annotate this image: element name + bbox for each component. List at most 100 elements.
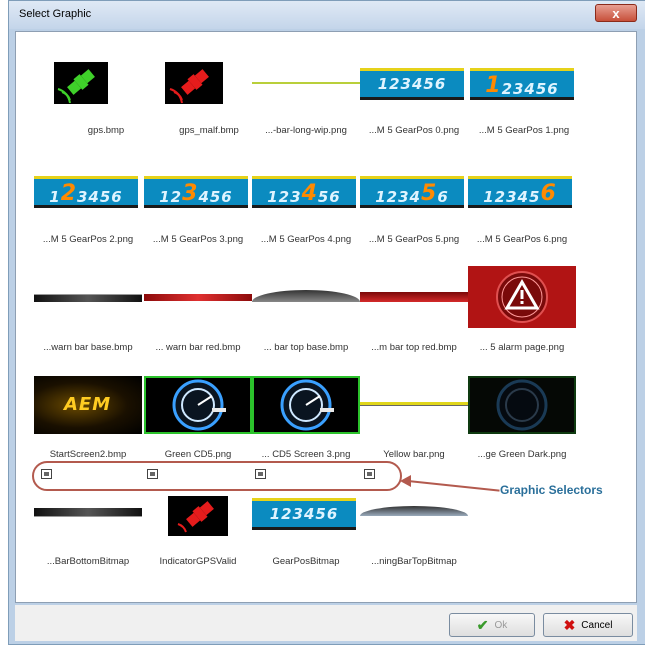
- bitmap-label: ...BarBottomBitmap: [46, 556, 130, 567]
- green-dark-thumbnail: [468, 376, 576, 434]
- graphic-label: ...M 5 GearPos 0.png: [368, 125, 460, 136]
- bitmap-label: ...ningBarTopBitmap: [371, 556, 457, 567]
- graphic-label: ...M 5 GearPos 2.png: [42, 234, 134, 245]
- graphic-item-gps-malf[interactable]: gps_malf.bmp: [155, 62, 263, 142]
- warn-bar-red-thumbnail: [144, 294, 252, 301]
- alarm-page-thumbnail: [468, 266, 576, 328]
- bitmap-label: IndicatorGPSValid: [159, 556, 237, 567]
- graphic-label: Green CD5.png: [164, 449, 232, 460]
- gear-highlight: 3: [182, 181, 199, 206]
- graphic-item-warn-bar-base[interactable]: ...warn bar base.bmp: [34, 266, 142, 356]
- graphic-item-bar-top-base[interactable]: ... bar top base.bmp: [252, 266, 360, 356]
- annotation-arrow: [407, 480, 500, 492]
- graphic-item-warn-bar-red[interactable]: ... warn bar red.bmp: [144, 266, 252, 356]
- graphic-label: Yellow bar.png: [383, 449, 445, 460]
- satellite-icon: [169, 69, 209, 104]
- gps-thumbnail: [54, 62, 108, 104]
- graphic-label: ...-bar-long-wip.png: [265, 125, 347, 136]
- graphic-label: ...m bar top red.bmp: [371, 342, 457, 353]
- warning-icon: [496, 271, 548, 323]
- gearpos-thumbnail: 123456: [468, 176, 572, 208]
- graphic-label: gps.bmp: [87, 125, 125, 136]
- graphic-item-bar-top-red[interactable]: ...m bar top red.bmp: [360, 266, 468, 356]
- gear-digits: 123456: [377, 75, 447, 93]
- graphic-item-gps[interactable]: gps.bmp: [52, 62, 160, 142]
- gearpos-thumbnail: 123456: [470, 68, 574, 100]
- gauge-icon: [496, 379, 548, 431]
- graphic-selectors-annotation: Graphic Selectors: [500, 483, 603, 497]
- graphic-item-gearpos-1[interactable]: 123456 ...M 5 GearPos 1.png: [470, 62, 578, 142]
- graphic-item-yellow-bar[interactable]: Yellow bar.png: [360, 376, 468, 466]
- graphic-item-bar-long[interactable]: ...-bar-long-wip.png: [252, 62, 360, 142]
- graphic-item-green-cd5[interactable]: Green CD5.png: [144, 376, 252, 466]
- gearpos-thumbnail: 123456: [34, 176, 138, 208]
- gearpos-thumbnail: 123456: [360, 176, 464, 208]
- satellite-icon: [177, 501, 214, 533]
- warn-bar-base-thumbnail: [34, 294, 142, 302]
- graphic-item-alarm-page[interactable]: ... 5 alarm page.png: [468, 266, 576, 356]
- graphic-item-gearpos-6[interactable]: 123456 ...M 5 GearPos 6.png: [468, 172, 576, 252]
- green-cd5-thumbnail: [144, 376, 252, 434]
- bar-long-thumbnail: [252, 82, 360, 84]
- ok-label: Ok: [494, 619, 508, 631]
- select-graphic-dialog: Select Graphic x gps.bmp gps_malf.bmp ..…: [8, 0, 645, 645]
- graphic-item-gearpos-5[interactable]: 123456 ...M 5 GearPos 5.png: [360, 172, 468, 252]
- title-bar: Select Graphic x: [9, 1, 645, 29]
- bar-bottom-thumbnail: [34, 508, 142, 517]
- bitmap-label: GearPosBitmap: [272, 556, 340, 567]
- graphic-item-cd5-screen-3[interactable]: ... CD5 Screen 3.png: [252, 376, 360, 466]
- bitmap-item-indicator-gps-valid[interactable]: IndicatorGPSValid: [144, 496, 252, 576]
- x-icon: ✖: [563, 616, 576, 633]
- gear-digits: 123456: [269, 505, 339, 523]
- gearpos-thumbnail: 123456: [252, 498, 356, 530]
- graphic-item-gearpos-2[interactable]: 123456 ...M 5 GearPos 2.png: [34, 172, 142, 252]
- graphic-label: ... warn bar red.bmp: [155, 342, 241, 353]
- gear-highlight: 6: [540, 181, 557, 206]
- gps-malf-thumbnail: [165, 62, 223, 104]
- graphic-label: ...M 5 GearPos 4.png: [260, 234, 352, 245]
- close-button[interactable]: x: [595, 4, 637, 22]
- gearpos-thumbnail: 123456: [144, 176, 248, 208]
- cancel-label: Cancel: [581, 619, 613, 631]
- gear-highlight: 4: [301, 181, 318, 206]
- gauge-icon: [280, 379, 334, 431]
- graphic-label: ...M 5 GearPos 5.png: [368, 234, 460, 245]
- bitmap-item-warning-bar-top[interactable]: ...ningBarTopBitmap: [360, 496, 468, 576]
- gauge-icon: [172, 379, 226, 431]
- warning-bar-top-thumbnail: [360, 506, 468, 516]
- aem-logo: AEM: [64, 394, 112, 415]
- gear-highlight: 5: [421, 181, 438, 206]
- bitmap-item-gearpos[interactable]: 123456 GearPosBitmap: [252, 496, 360, 576]
- satellite-icon: [57, 69, 95, 104]
- graphic-item-gearpos-4[interactable]: 123456 ...M 5 GearPos 4.png: [252, 172, 360, 252]
- window-title: Select Graphic: [19, 8, 92, 20]
- ok-button[interactable]: ✔ Ok: [449, 613, 535, 637]
- graphic-label: ...M 5 GearPos 1.png: [478, 125, 570, 136]
- indicator-gps-thumbnail: [168, 496, 228, 536]
- cancel-button[interactable]: ✖ Cancel: [543, 613, 633, 637]
- gearpos-thumbnail: 123456: [360, 68, 464, 100]
- graphic-label: ...warn bar base.bmp: [43, 342, 133, 353]
- graphic-label: ... bar top base.bmp: [263, 342, 349, 353]
- gear-highlight: 2: [60, 181, 77, 206]
- graphic-label: ...M 5 GearPos 3.png: [152, 234, 244, 245]
- checkmark-icon: ✔: [476, 616, 489, 633]
- graphic-label: ...M 5 GearPos 6.png: [476, 234, 568, 245]
- graphic-label: ... CD5 Screen 3.png: [261, 449, 351, 460]
- graphic-label: ...ge Green Dark.png: [477, 449, 567, 460]
- dialog-footer: ✔ Ok ✖ Cancel: [15, 605, 637, 641]
- graphic-item-gearpos-0[interactable]: 123456 ...M 5 GearPos 0.png: [360, 62, 468, 142]
- gear-highlight: 1: [485, 73, 502, 98]
- graphic-item-green-dark[interactable]: ...ge Green Dark.png: [468, 376, 576, 466]
- bitmap-item-bar-bottom[interactable]: ...BarBottomBitmap: [34, 496, 142, 576]
- cd5-screen-3-thumbnail: [252, 376, 360, 434]
- graphic-label: StartScreen2.bmp: [49, 449, 127, 460]
- startscreen-thumbnail: AEM: [34, 376, 142, 434]
- graphic-item-gearpos-3[interactable]: 123456 ...M 5 GearPos 3.png: [144, 172, 252, 252]
- bar-top-base-thumbnail: [252, 290, 360, 302]
- graphic-label: ... 5 alarm page.png: [479, 342, 565, 353]
- graphics-grid: gps.bmp gps_malf.bmp ...-bar-long-wip.pn…: [15, 31, 637, 603]
- yellow-bar-thumbnail: [360, 402, 468, 406]
- graphic-selectors-highlight: [32, 461, 402, 491]
- graphic-item-startscreen2[interactable]: AEM StartScreen2.bmp: [34, 376, 142, 466]
